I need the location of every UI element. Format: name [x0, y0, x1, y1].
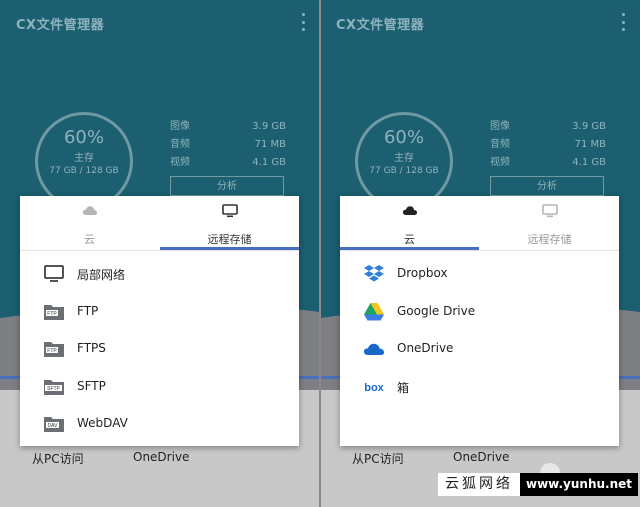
tab-cloud[interactable]: 云: [20, 196, 159, 250]
storage-capacity: 77 GB / 128 GB: [49, 166, 119, 176]
tab-remote-storage[interactable]: 远程存储: [160, 196, 299, 250]
screen-remote-storage: CX文件管理器 60% 主存 77 GB / 128 GB 图像 3.9 GB …: [0, 0, 320, 507]
monitor-icon: [222, 204, 238, 218]
watermark-text: 云狐网络: [438, 473, 520, 496]
sftp-folder-icon: SFTP: [44, 379, 64, 395]
more-menu-icon[interactable]: [296, 13, 310, 31]
stat-images: 图像 3.9 GB: [170, 118, 286, 136]
list-item-dropbox[interactable]: Dropbox: [340, 256, 619, 294]
stat-video: 视频 4.1 GB: [170, 154, 286, 172]
storage-stats: 图像 3.9 GB 音频 71 MB 视频 4.1 GB: [490, 118, 606, 172]
list-item-ftps[interactable]: FTP FTPS: [20, 331, 299, 369]
box-icon: box: [364, 382, 384, 394]
monitor-icon: [44, 265, 64, 282]
stat-size: 71 MB: [254, 139, 286, 150]
list-item-sftp[interactable]: SFTP SFTP: [20, 369, 299, 407]
analyze-button[interactable]: 分析: [490, 176, 604, 196]
onedrive-icon: [363, 343, 385, 355]
webdav-folder-icon: DAV: [44, 417, 64, 432]
add-storage-dialog: 云 远程存储 局部网络 FTP FTP FTP FTPS SFTP SFTP D…: [20, 196, 299, 446]
list-item-label: Google Drive: [397, 303, 476, 318]
storage-label: 主存: [394, 153, 414, 164]
stat-size: 4.1 GB: [572, 157, 606, 168]
stat-images: 图像 3.9 GB: [490, 118, 606, 136]
list-item-label: 箱: [397, 380, 410, 395]
app-title: CX文件管理器: [16, 18, 105, 33]
svg-text:SFTP: SFTP: [47, 386, 60, 392]
tab-remote-storage[interactable]: 远程存储: [480, 196, 619, 250]
onedrive-link[interactable]: OneDrive: [133, 450, 189, 464]
svg-text:FTP: FTP: [47, 348, 57, 354]
monitor-icon: [542, 204, 558, 218]
tab-label: 远程存储: [207, 233, 252, 246]
list-item-label: 局部网络: [77, 268, 126, 282]
list-item-box[interactable]: box 箱: [340, 369, 619, 407]
list-item-label: WebDAV: [77, 416, 128, 430]
stat-audio: 音频 71 MB: [490, 136, 606, 154]
dialog-tabs: 云 远程存储: [20, 196, 299, 251]
stat-size: 71 MB: [574, 139, 606, 150]
onedrive-link[interactable]: OneDrive: [453, 450, 509, 464]
active-tab-indicator: [340, 247, 479, 250]
list-item-label: Dropbox: [397, 266, 448, 280]
ftp-folder-icon: FTP: [44, 304, 64, 320]
more-menu-icon[interactable]: [616, 13, 630, 31]
tab-cloud[interactable]: 云: [340, 196, 479, 250]
ftps-folder-icon: FTP: [44, 342, 64, 357]
stat-name: 音频: [170, 139, 190, 150]
storage-percent: 60%: [383, 127, 424, 148]
access-from-pc-link[interactable]: 从PC访问: [352, 450, 404, 467]
stat-name: 视频: [170, 157, 190, 168]
tab-label: 云: [404, 233, 415, 246]
list-item-google-drive[interactable]: Google Drive: [340, 294, 619, 332]
list-item-label: SFTP: [77, 378, 106, 393]
cloud-icon: [402, 206, 418, 215]
stat-size: 3.9 GB: [572, 121, 606, 132]
stat-name: 音频: [490, 139, 510, 150]
add-storage-dialog: 云 远程存储 Dropbox Google Drive OneDrive box…: [340, 196, 619, 446]
bottom-shortcuts: 从PC访问 OneDrive: [320, 450, 640, 470]
storage-percent: 60%: [63, 127, 104, 148]
stat-audio: 音频 71 MB: [170, 136, 286, 154]
active-tab-indicator: [160, 247, 299, 250]
stat-video: 视频 4.1 GB: [490, 154, 606, 172]
storage-stats: 图像 3.9 GB 音频 71 MB 视频 4.1 GB: [170, 118, 286, 172]
svg-text:DAV: DAV: [48, 423, 59, 429]
remote-storage-list: 局部网络 FTP FTP FTP FTPS SFTP SFTP DAV WebD…: [20, 256, 299, 444]
cloud-icon: [82, 206, 98, 215]
list-item-local-network[interactable]: 局部网络: [20, 256, 299, 294]
cloud-storage-list: Dropbox Google Drive OneDrive box 箱: [340, 256, 619, 406]
stat-name: 视频: [490, 157, 510, 168]
screen-cloud-storage: CX文件管理器 60% 主存 77 GB / 128 GB 图像 3.9 GB …: [320, 0, 640, 507]
list-item-webdav[interactable]: DAV WebDAV: [20, 406, 299, 444]
storage-label: 主存: [74, 153, 94, 164]
list-item-ftp[interactable]: FTP FTP: [20, 294, 299, 332]
app-title: CX文件管理器: [336, 18, 425, 33]
bottom-shortcuts: 从PC访问 OneDrive: [0, 450, 320, 470]
stat-name: 图像: [490, 121, 510, 132]
analyze-button[interactable]: 分析: [170, 176, 284, 196]
access-from-pc-link[interactable]: 从PC访问: [32, 450, 84, 467]
watermark-url: www.yunhu.net: [520, 473, 638, 496]
dialog-tabs: 云 远程存储: [340, 196, 619, 251]
panel-separator: [319, 0, 321, 507]
list-item-onedrive[interactable]: OneDrive: [340, 331, 619, 369]
stat-size: 4.1 GB: [252, 157, 286, 168]
tab-label: 云: [84, 233, 95, 246]
stat-name: 图像: [170, 121, 190, 132]
storage-capacity: 77 GB / 128 GB: [369, 166, 439, 176]
list-item-label: FTP: [77, 303, 99, 318]
stat-size: 3.9 GB: [252, 121, 286, 132]
google-drive-icon: [364, 302, 384, 320]
dropbox-icon: [364, 265, 384, 282]
list-item-label: OneDrive: [397, 341, 454, 355]
svg-text:FTP: FTP: [47, 311, 57, 317]
tab-label: 远程存储: [527, 233, 572, 246]
list-item-label: FTPS: [77, 341, 106, 355]
svg-text:box: box: [364, 382, 384, 394]
